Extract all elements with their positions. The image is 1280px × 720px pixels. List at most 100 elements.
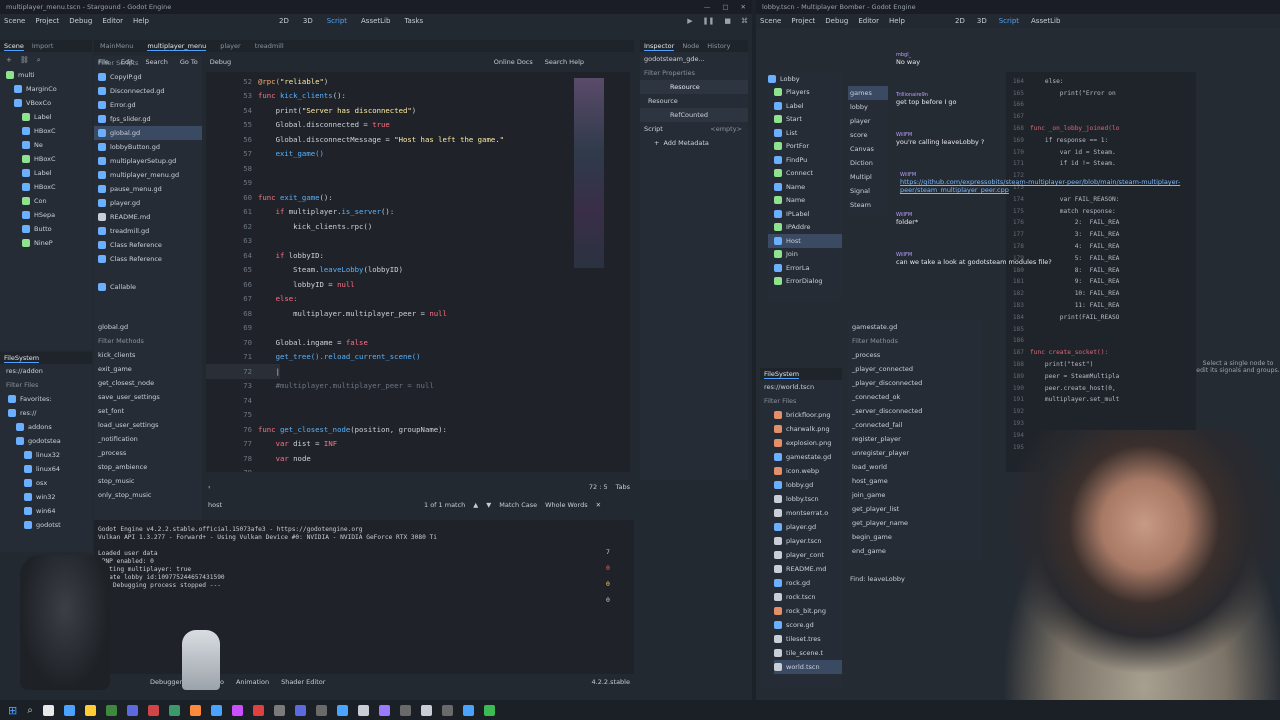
scene-node[interactable]: Label (768, 99, 842, 113)
add-node-icon[interactable]: + (6, 56, 12, 64)
close-icon[interactable]: ✕ (741, 3, 746, 11)
method-item[interactable]: get_player_list (848, 502, 982, 516)
fs-item[interactable]: linux32 (8, 448, 92, 462)
whole-words-checkbox[interactable]: Whole Words (545, 501, 588, 509)
script-menu-debug[interactable]: Debug (210, 58, 231, 66)
code-line[interactable]: 56 Global.disconnectMessage = "Host has … (206, 132, 504, 147)
code-editor[interactable]: 52 @rpc("reliable") 53 func kick_clients ():… (206, 72, 630, 472)
method-item[interactable]: host_game (848, 474, 982, 488)
workspace-tasks[interactable]: Tasks (404, 17, 423, 25)
taskbar-app-icon[interactable] (210, 704, 222, 716)
find-bar[interactable]: Find: leaveLobby (850, 575, 990, 585)
fs-item[interactable]: godotst (8, 518, 92, 532)
workspace-script[interactable]: Script (999, 17, 1019, 25)
scene-node[interactable]: Ne (6, 138, 92, 152)
filesystem-path[interactable]: res://world.tscn (760, 380, 842, 394)
fs-item[interactable]: Favorites: (8, 392, 92, 406)
code-line[interactable]: 76 func get_closest_node (position, groupN… (206, 422, 447, 437)
method-item[interactable]: _process (94, 446, 202, 460)
fs-item[interactable]: addons (8, 420, 92, 434)
method-item[interactable]: stop_ambience (94, 460, 202, 474)
scene-node[interactable]: Label (6, 110, 92, 124)
log-count[interactable]: 7 (606, 548, 610, 556)
taskbar-app-icon[interactable] (105, 704, 117, 716)
menu-editor[interactable]: Editor (858, 17, 879, 25)
scene-node[interactable]: Butto (6, 222, 92, 236)
code-line[interactable]: 62 kick_clients.rpc() (206, 219, 372, 234)
script-menu-search[interactable]: Search (145, 58, 167, 66)
fs-item[interactable]: linux64 (8, 462, 92, 476)
online-docs-button[interactable]: Online Docs (494, 58, 533, 66)
file-item[interactable]: rock.gd (774, 576, 842, 590)
script-item[interactable]: pause_menu.gd (94, 182, 202, 196)
script-tab-treadmill[interactable]: treadmill (255, 42, 284, 50)
taskbar-app-icon[interactable] (336, 704, 348, 716)
scene-node[interactable]: ErrorLa (768, 261, 842, 275)
scene-node[interactable]: Lobby (768, 72, 842, 86)
file-item[interactable]: explosion.png (774, 436, 842, 450)
fs-item[interactable]: win32 (8, 490, 92, 504)
code-line[interactable]: 58 (206, 161, 258, 176)
fs-item[interactable]: win64 (8, 504, 92, 518)
code-line[interactable]: 68 multiplayer.multiplayer_peer = null (206, 306, 447, 321)
script-item[interactable]: treadmill.gd (94, 224, 202, 238)
minimize-icon[interactable]: — (704, 3, 711, 11)
taskbar-app-icon[interactable] (252, 704, 264, 716)
taskbar-app-icon[interactable] (294, 704, 306, 716)
method-item[interactable]: _player_disconnected (848, 376, 982, 390)
script-item[interactable]: games (848, 86, 888, 100)
scene-node[interactable]: Host (768, 234, 842, 248)
scene-node[interactable]: List (768, 126, 842, 140)
code-line[interactable]: 59 (206, 176, 258, 191)
filter-files[interactable]: Filter Files (760, 394, 842, 408)
file-item[interactable]: icon.webp (774, 464, 842, 478)
scene-node[interactable]: Label (6, 166, 92, 180)
workspace-3d[interactable]: 3D (977, 17, 987, 25)
scene-node[interactable]: Name (768, 194, 842, 208)
code-line[interactable]: 53 func kick_clients (): (206, 89, 346, 104)
script-item[interactable]: multiplayer_menu.gd (94, 168, 202, 182)
code-line[interactable]: 70 Global.ingame = false (206, 335, 368, 350)
method-item[interactable]: exit_game (94, 362, 202, 376)
file-item[interactable]: brickfloor.png (774, 408, 842, 422)
script-item[interactable]: Error.gd (94, 98, 202, 112)
script-tab-multiplayer-menu[interactable]: multiplayer_menu (147, 42, 207, 51)
menu-project[interactable]: Project (791, 17, 815, 25)
filter-methods[interactable]: Filter Methods (94, 334, 202, 348)
workspace-2d[interactable]: 2D (955, 17, 965, 25)
code-line[interactable]: 61 if multiplayer. is_server (): (206, 205, 394, 220)
file-item[interactable]: README.md (774, 562, 842, 576)
info-count[interactable]: 0 (606, 596, 610, 604)
scene-node[interactable]: Players (768, 86, 842, 100)
find-input[interactable]: host (206, 501, 416, 509)
taskbar-app-icon[interactable] (126, 704, 138, 716)
scene-node[interactable]: Con (6, 194, 92, 208)
script-item[interactable]: lobby (848, 100, 888, 114)
menu-debug[interactable]: Debug (69, 17, 92, 25)
windows-start-icon[interactable]: ⊞ (8, 704, 17, 717)
file-item[interactable]: lobby.tscn (774, 492, 842, 506)
code-line[interactable]: 78 var node (206, 451, 311, 466)
inspected-resource[interactable]: godotsteam_gde... (640, 52, 748, 66)
script-item[interactable]: CopyIP.gd (94, 70, 202, 84)
code-line[interactable]: 60 func exit_game (): (206, 190, 333, 205)
menu-help[interactable]: Help (889, 17, 905, 25)
method-item[interactable]: set_font (94, 404, 202, 418)
taskbar-app-icon[interactable] (420, 704, 432, 716)
taskbar-app-icon[interactable] (231, 704, 243, 716)
script-item[interactable]: Multipl (848, 170, 888, 184)
warning-count[interactable]: 0 (606, 580, 610, 588)
find-prev-icon[interactable]: ▲ (473, 501, 478, 509)
script-item[interactable]: player (848, 114, 888, 128)
script-item[interactable]: Steam (848, 198, 888, 212)
collapse-icon[interactable]: ‹ (208, 483, 211, 491)
script-item[interactable]: player.gd (94, 196, 202, 210)
scene-node[interactable]: Name (768, 180, 842, 194)
pause-icon[interactable]: ❚❚ (703, 17, 715, 25)
taskbar-app-icon[interactable] (399, 704, 411, 716)
workspace-assetlib[interactable]: AssetLib (361, 17, 390, 25)
code-line[interactable]: 69 (206, 321, 258, 336)
maximize-icon[interactable]: □ (722, 3, 728, 11)
method-item[interactable]: get_player_name (848, 516, 982, 530)
taskbar-app-icon[interactable] (168, 704, 180, 716)
